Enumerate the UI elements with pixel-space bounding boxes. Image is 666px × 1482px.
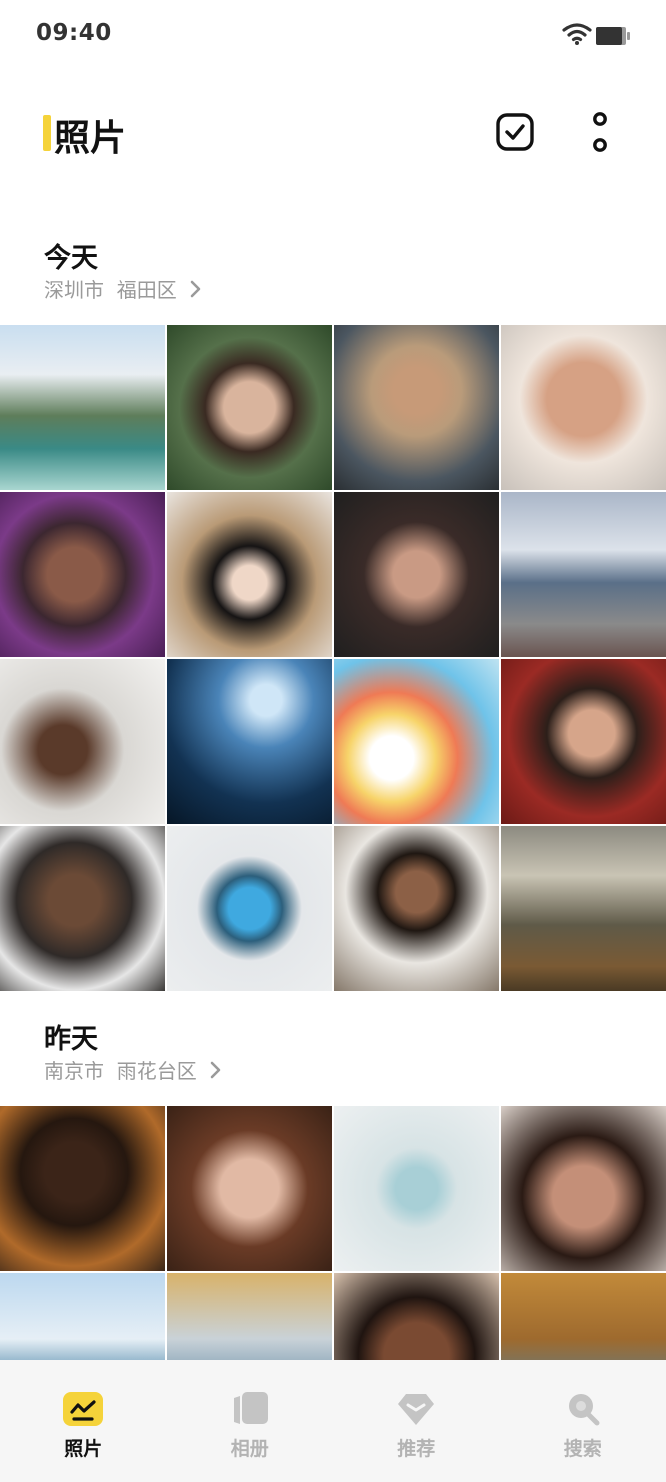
- select-checkbox-icon[interactable]: [495, 112, 535, 152]
- photo-image-woman-dark: [334, 492, 499, 657]
- section-location-yesterday[interactable]: 南京市 雨花台区: [44, 1055, 223, 1084]
- app-header: 照片: [0, 95, 666, 175]
- photo-image-woman-flower: [167, 325, 332, 490]
- photo-image-woman-red: [501, 659, 666, 824]
- status-time: 09:40: [36, 20, 112, 46]
- photo-image-man-scarf: [0, 826, 165, 991]
- photo-thumbnail[interactable]: [0, 325, 165, 490]
- location-text: 深圳市 福田区: [44, 278, 177, 302]
- tab-label: 照片: [64, 1438, 103, 1460]
- photo-thumbnail[interactable]: [0, 1106, 165, 1271]
- photo-thumbnail[interactable]: [334, 325, 499, 490]
- title-accent-bar: [43, 115, 51, 151]
- photo-thumbnail[interactable]: [501, 659, 666, 824]
- photo-thumbnail[interactable]: [167, 659, 332, 824]
- photo-image-woman-curly: [167, 1106, 332, 1271]
- tab-search[interactable]: 搜索: [500, 1360, 666, 1482]
- photo-thumbnail[interactable]: [0, 826, 165, 991]
- photo-thumbnail[interactable]: [167, 492, 332, 657]
- photo-image-phone-back: [334, 1106, 499, 1271]
- tab-label: 相册: [230, 1438, 269, 1460]
- photo-image-woman-eyes-closed: [501, 1106, 666, 1271]
- photo-image-woman-purple: [0, 492, 165, 657]
- photo-image-underwater-diver: [167, 659, 332, 824]
- photo-thumbnail[interactable]: [0, 659, 165, 824]
- photo-image-man-turtleneck: [0, 1106, 165, 1271]
- tab-label: 推荐: [397, 1438, 436, 1460]
- photo-thumbnail[interactable]: [501, 325, 666, 490]
- photo-image-woman-white: [334, 826, 499, 991]
- photo-thumbnail[interactable]: [167, 826, 332, 991]
- section-title-today: 今天: [44, 243, 98, 274]
- chevron-right-icon: [190, 280, 201, 297]
- diamond-icon: [398, 1394, 434, 1425]
- photo-image-phone-rainbow: [334, 659, 499, 824]
- tab-label: 搜索: [563, 1438, 602, 1460]
- photo-image-woman-curtain: [0, 659, 165, 824]
- photo-image-woman-hat: [167, 492, 332, 657]
- section-location-today[interactable]: 深圳市 福田区: [44, 274, 203, 303]
- photo-thumbnail[interactable]: [334, 1106, 499, 1271]
- page-title: 照片: [54, 118, 127, 159]
- location-text: 南京市 雨花台区: [44, 1059, 197, 1083]
- photo-thumbnail[interactable]: [0, 492, 165, 657]
- photo-image-forest-light: [501, 826, 666, 991]
- photo-image-girl-portrait: [501, 325, 666, 490]
- photo-image-woman-curls: [334, 325, 499, 490]
- chevron-right-icon: [210, 1061, 221, 1078]
- photo-thumbnail[interactable]: [334, 826, 499, 991]
- wifi-icon: [562, 23, 592, 45]
- photo-image-phone-blue: [167, 826, 332, 991]
- bottom-tab-bar: 照片 相册 推荐 搜索: [0, 1360, 666, 1482]
- tab-photos[interactable]: 照片: [0, 1360, 167, 1482]
- photo-thumbnail[interactable]: [501, 492, 666, 657]
- search-icon: [568, 1394, 599, 1426]
- section-title-yesterday: 昨天: [44, 1024, 98, 1055]
- battery-icon: [596, 27, 630, 45]
- photo-thumbnail[interactable]: [334, 659, 499, 824]
- more-options-icon[interactable]: [586, 110, 614, 154]
- photo-thumbnail[interactable]: [167, 325, 332, 490]
- photo-image-mount-fuji: [501, 492, 666, 657]
- photo-thumbnail[interactable]: [167, 1106, 332, 1271]
- photo-thumbnail[interactable]: [501, 826, 666, 991]
- photo-image-mountain-lake: [0, 325, 165, 490]
- tab-recommend[interactable]: 推荐: [333, 1360, 500, 1482]
- photo-thumbnail[interactable]: [501, 1106, 666, 1271]
- album-icon: [233, 1392, 268, 1424]
- photo-icon: [63, 1392, 103, 1426]
- tab-albums[interactable]: 相册: [167, 1360, 334, 1482]
- status-bar: 09:40: [0, 0, 666, 70]
- photo-thumbnail[interactable]: [334, 492, 499, 657]
- photo-grid-today: [0, 325, 666, 991]
